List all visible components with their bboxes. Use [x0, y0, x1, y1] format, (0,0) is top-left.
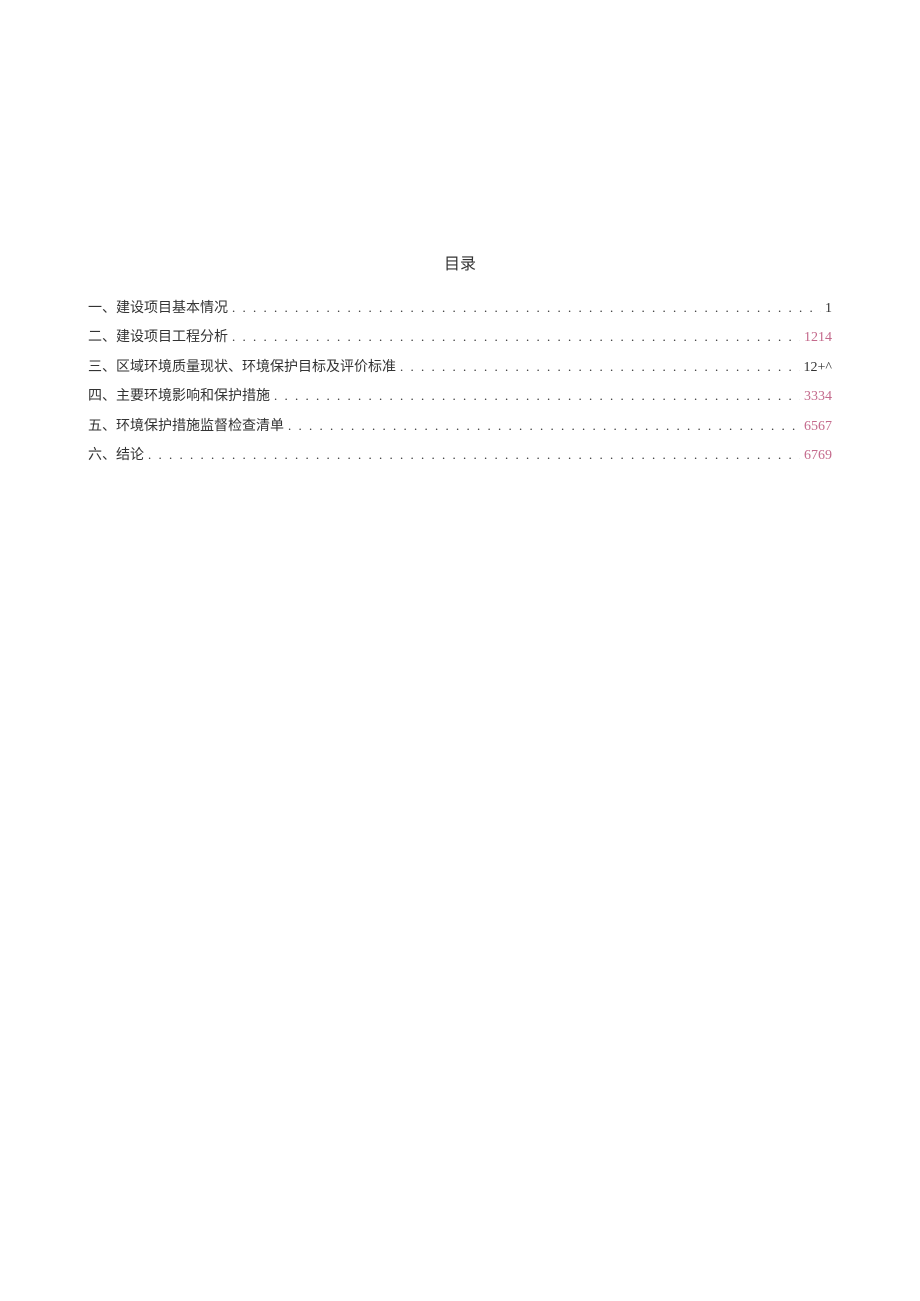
- toc-item: 四、主要环境影响和保护措施 3334: [88, 386, 832, 408]
- toc-item-label: 一、建设项目基本情况: [88, 298, 228, 320]
- toc-list: 一、建设项目基本情况 1 二、建设项目工程分析 1214 三、区域环境质量现状、…: [88, 298, 832, 467]
- toc-item-page: 6769: [804, 445, 832, 467]
- toc-dots: [288, 416, 800, 437]
- toc-item: 一、建设项目基本情况 1: [88, 298, 832, 320]
- toc-item-label: 三、区域环境质量现状、环境保护目标及评价标准: [88, 357, 396, 379]
- toc-item: 五、环境保护措施监督检查清单 6567: [88, 416, 832, 438]
- toc-dots: [232, 298, 821, 319]
- toc-item: 二、建设项目工程分析 1214: [88, 327, 832, 349]
- toc-item-page: 12+^: [804, 357, 832, 379]
- toc-dots: [274, 386, 800, 407]
- toc-item-label: 四、主要环境影响和保护措施: [88, 386, 270, 408]
- toc-item-label: 五、环境保护措施监督检查清单: [88, 416, 284, 438]
- toc-item-page: 1214: [804, 327, 832, 349]
- toc-item-page: 6567: [804, 416, 832, 438]
- toc-item-label: 二、建设项目工程分析: [88, 327, 228, 349]
- toc-item-page: 1: [825, 298, 832, 320]
- document-page: 目录 一、建设项目基本情况 1 二、建设项目工程分析 1214 三、区域环境质量…: [0, 0, 920, 1301]
- toc-item: 六、结论 6769: [88, 445, 832, 467]
- toc-item-label: 六、结论: [88, 445, 144, 467]
- toc-dots: [148, 445, 800, 466]
- toc-item: 三、区域环境质量现状、环境保护目标及评价标准 12+^: [88, 357, 832, 379]
- toc-item-page: 3334: [804, 386, 832, 408]
- toc-dots: [400, 357, 800, 378]
- toc-title: 目录: [88, 250, 832, 274]
- toc-dots: [232, 327, 800, 348]
